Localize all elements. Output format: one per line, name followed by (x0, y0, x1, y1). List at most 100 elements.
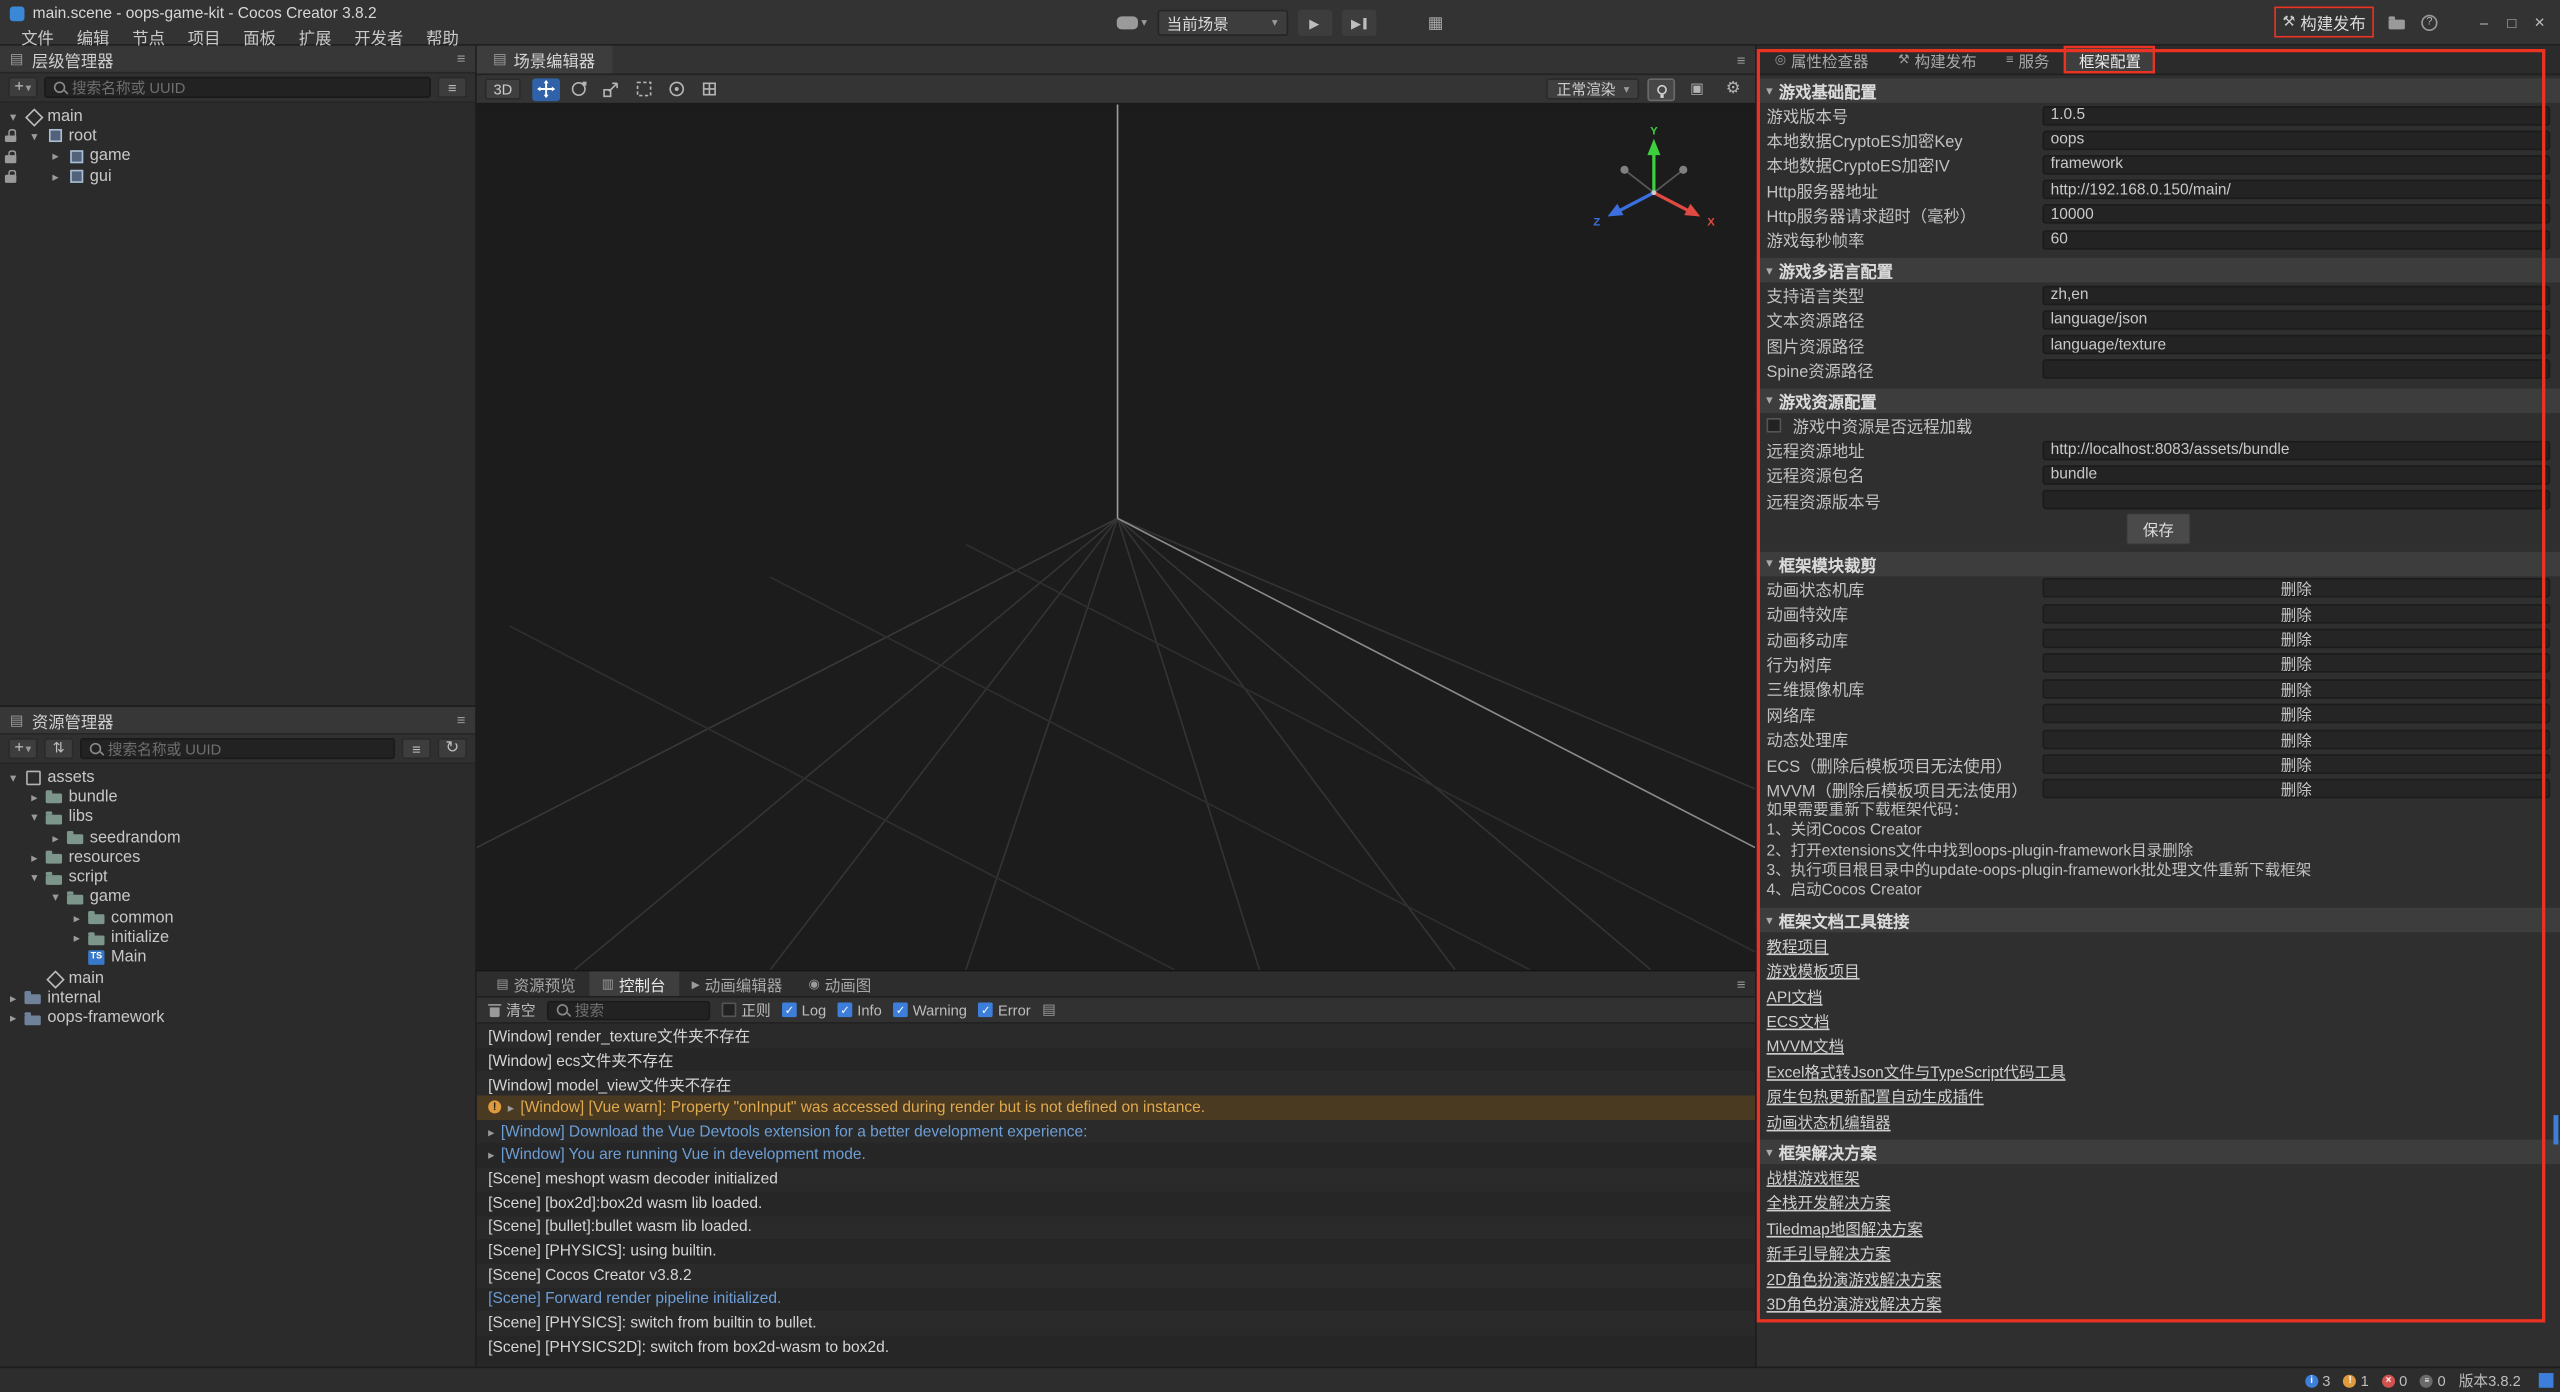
doc-link[interactable]: MVVM文档 (1767, 1034, 1845, 1057)
expand-arrow-icon[interactable] (7, 1011, 20, 1026)
menu-item[interactable]: 文件 (10, 24, 66, 48)
axis-gizmo[interactable]: Y X Z (1585, 121, 1722, 235)
section-resource-config[interactable]: 游戏资源配置 (1757, 388, 2560, 412)
menu-item[interactable]: 面板 (232, 24, 288, 48)
menu-item[interactable]: 项目 (176, 24, 232, 48)
inspector-tab[interactable]: 构建发布 (1883, 46, 1991, 74)
asset-row[interactable]: resources (0, 848, 475, 868)
scene-selector[interactable]: 当前场景 (1157, 10, 1288, 36)
scene-viewport[interactable]: Y X Z (477, 104, 1755, 969)
solution-link[interactable]: 2D角色扮演游戏解决方案 (1767, 1266, 1942, 1289)
platform-selector[interactable] (1117, 16, 1147, 29)
scene-editor-tab[interactable]: 场景编辑器 (477, 46, 612, 74)
asset-row[interactable]: seedrandom (0, 828, 475, 848)
section-language-config[interactable]: 游戏多语言配置 (1757, 258, 2560, 282)
module-delete-button[interactable]: 删除 (2042, 779, 2550, 799)
log-row[interactable]: [Window] render_texture文件夹不存在 (477, 1024, 1755, 1048)
lock-icon[interactable] (5, 129, 16, 142)
expand-arrow-icon[interactable] (28, 850, 41, 865)
field-input[interactable] (2042, 155, 2550, 175)
doc-link[interactable]: 动画状态机编辑器 (1767, 1110, 1891, 1133)
expand-arrow-icon[interactable] (28, 870, 41, 885)
log-row[interactable]: [Window] You are running Vue in developm… (477, 1144, 1755, 1168)
field-input[interactable] (2042, 130, 2550, 150)
rect-tool-button[interactable] (630, 78, 658, 101)
lock-icon[interactable] (5, 150, 16, 163)
solution-link[interactable]: 新手引导解决方案 (1767, 1241, 1891, 1264)
inspector-tab[interactable]: 框架配置 (2064, 46, 2155, 74)
expand-arrow-icon[interactable] (28, 810, 41, 825)
asset-row[interactable]: common (0, 908, 475, 928)
notification-corner-icon[interactable] (2539, 1373, 2554, 1388)
section-solutions[interactable]: 框架解决方案 (1757, 1140, 2560, 1164)
menu-item[interactable]: 开发者 (343, 24, 415, 48)
doc-link[interactable]: 原生包热更新配置自动生成插件 (1767, 1084, 1984, 1107)
hierarchy-node-row[interactable]: game (0, 146, 475, 166)
log-row[interactable]: [Scene] [box2d]:box2d wasm lib loaded. (477, 1192, 1755, 1216)
info-count[interactable]: 3 (2305, 1372, 2330, 1388)
module-delete-button[interactable]: 删除 (2042, 578, 2550, 598)
module-delete-button[interactable]: 删除 (2042, 729, 2550, 749)
close-button[interactable] (2527, 9, 2551, 35)
move-tool-button[interactable] (532, 78, 560, 101)
menu-item[interactable]: 编辑 (65, 24, 121, 48)
asset-row[interactable]: main (0, 968, 475, 988)
asset-row[interactable]: internal (0, 988, 475, 1008)
log-row[interactable]: [Scene] meshopt wasm decoder initialized (477, 1168, 1755, 1192)
collapse-logs-icon[interactable] (1042, 1001, 1056, 1019)
log-row[interactable]: [Window] Download the Vue Devtools exten… (477, 1120, 1755, 1144)
help-icon[interactable] (2421, 14, 2437, 30)
step-button[interactable] (1341, 10, 1375, 36)
refresh-assets-button[interactable] (438, 738, 467, 759)
console-filter-checkbox[interactable]: 正则 (722, 999, 771, 1020)
hierarchy-filter-button[interactable] (438, 77, 467, 98)
log-row[interactable]: [Scene] Cocos Creator v3.8.2 (477, 1263, 1755, 1287)
module-delete-button[interactable]: 删除 (2042, 679, 2550, 699)
console-filter-checkbox[interactable]: Warning (893, 1002, 967, 1018)
field-input[interactable] (2042, 310, 2550, 330)
hierarchy-search-input[interactable] (72, 79, 423, 95)
assets-search-input[interactable] (108, 740, 387, 756)
expand-caret-icon[interactable] (488, 1148, 494, 1163)
console-search-input[interactable] (575, 1002, 702, 1018)
log-row[interactable]: [Scene] [PHYSICS]: switch from builtin t… (477, 1311, 1755, 1335)
maximize-button[interactable] (2500, 9, 2524, 35)
field-input[interactable] (2042, 229, 2550, 249)
error-count[interactable]: 0 (2382, 1372, 2407, 1388)
asset-row[interactable]: bundle (0, 787, 475, 807)
assets-filter-button[interactable] (402, 738, 431, 759)
console-filter-checkbox[interactable]: Log (782, 1002, 826, 1018)
panel-menu-icon[interactable] (1737, 976, 1746, 992)
section-doc-links[interactable]: 框架文档工具链接 (1757, 908, 2560, 932)
console-tab[interactable]: 控制台 (589, 971, 679, 995)
sort-assets-button[interactable] (44, 738, 73, 759)
console-tab[interactable]: 动画编辑器 (679, 971, 796, 995)
module-delete-button[interactable]: 删除 (2042, 704, 2550, 724)
expand-arrow-icon[interactable] (70, 931, 83, 946)
log-row[interactable]: [Scene] Forward render pipeline initiali… (477, 1287, 1755, 1311)
field-input[interactable] (2042, 285, 2550, 305)
asset-row[interactable]: libs (0, 807, 475, 827)
panel-menu-icon[interactable] (457, 51, 466, 67)
solution-link[interactable]: Tiledmap地图解决方案 (1767, 1216, 1923, 1239)
solution-link[interactable]: 战棋游戏框架 (1767, 1166, 1860, 1189)
field-input[interactable] (2042, 180, 2550, 200)
field-input[interactable] (2042, 205, 2550, 225)
field-input[interactable] (2042, 465, 2550, 485)
log-row[interactable]: [Window] model_view文件夹不存在 (477, 1072, 1755, 1096)
module-delete-button[interactable]: 删除 (2042, 604, 2550, 624)
console-tab[interactable]: 资源预览 (483, 971, 588, 995)
expand-arrow-icon[interactable] (49, 890, 62, 905)
build-publish-button[interactable]: 构建发布 (2274, 7, 2374, 38)
render-mode-select[interactable]: 正常渲染 (1547, 78, 1639, 99)
expand-arrow-icon[interactable] (49, 830, 62, 845)
expand-arrow-icon[interactable] (49, 149, 62, 164)
create-node-button[interactable] (8, 77, 37, 98)
solution-link[interactable]: 全栈开发解决方案 (1767, 1191, 1891, 1214)
expand-arrow-icon[interactable] (7, 770, 20, 785)
field-input[interactable] (2042, 490, 2550, 510)
section-module-trim[interactable]: 框架模块裁剪 (1757, 551, 2560, 575)
doc-link[interactable]: 游戏模板项目 (1767, 959, 1860, 982)
doc-link[interactable]: Excel格式转Json文件与TypeScript代码工具 (1767, 1059, 2066, 1082)
log-row[interactable]: [Window] ecs文件夹不存在 (477, 1048, 1755, 1072)
